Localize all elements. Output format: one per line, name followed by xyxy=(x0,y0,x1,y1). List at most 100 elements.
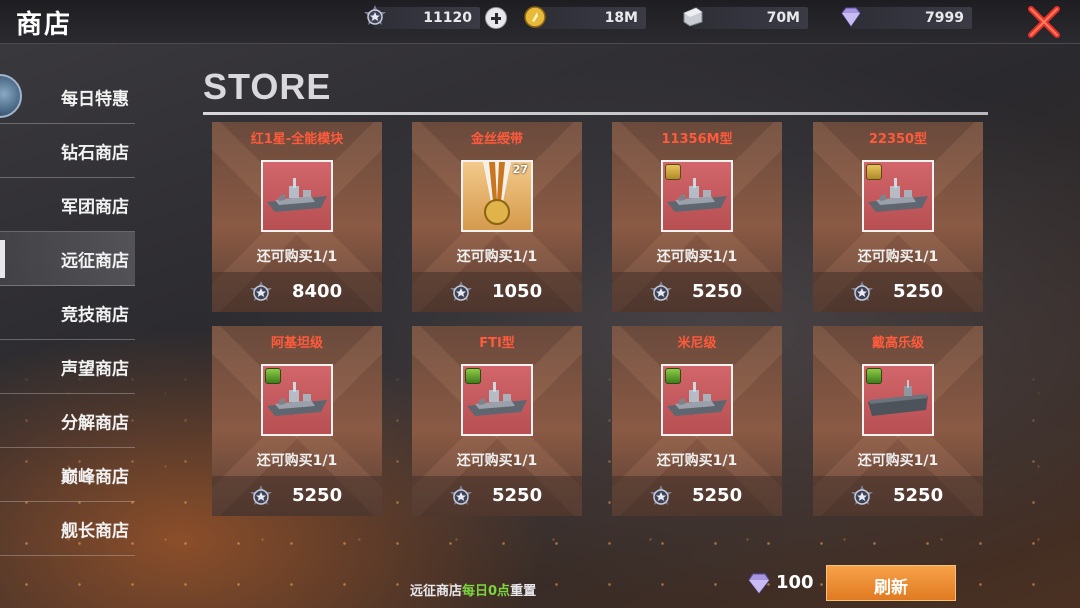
frigate-icon xyxy=(265,376,329,426)
gold-resource: 18M xyxy=(524,6,646,29)
price-bar: 5250 xyxy=(813,272,983,312)
item-price: 8400 xyxy=(292,281,343,302)
store-item-card[interactable]: 11356M型 还可购买1/1 5250 xyxy=(612,122,782,312)
sidebar-item-label: 军团商店 xyxy=(61,197,129,217)
item-thumbnail xyxy=(862,364,934,436)
sidebar-item-daily-deals[interactable]: 每日特惠 xyxy=(0,70,135,124)
close-icon[interactable] xyxy=(1026,4,1062,40)
heading-divider xyxy=(203,112,988,115)
sidebar-item-legion-store[interactable]: 军团商店 xyxy=(0,178,135,232)
purchase-limit: 还可购买1/1 xyxy=(656,249,738,265)
store-item-card[interactable]: 阿基坦级 还可购买1/1 5250 xyxy=(212,326,382,516)
item-name: 戴高乐级 xyxy=(871,336,924,351)
sidebar-item-salvage-store[interactable]: 分解商店 xyxy=(0,394,135,448)
gold-value: 18M xyxy=(604,10,638,26)
item-name: FTI型 xyxy=(479,336,515,351)
expedition-medal-icon xyxy=(648,280,674,306)
sidebar-item-label: 每日特惠 xyxy=(61,89,129,109)
sidebar-item-label: 远征商店 xyxy=(61,251,129,271)
add-medal-button[interactable] xyxy=(485,7,507,29)
diamond-value: 7999 xyxy=(925,10,964,26)
steel-resource: 70M xyxy=(683,7,808,29)
frigate-icon xyxy=(465,376,529,426)
diamond-icon xyxy=(841,7,861,27)
expedition-medal-resource: 11120 xyxy=(374,7,480,29)
store-item-card[interactable]: FTI型 还可购买1/1 5250 xyxy=(412,326,582,516)
steel-ingot-icon xyxy=(683,7,703,27)
sidebar-item-expedition-store[interactable]: 远征商店 xyxy=(0,232,135,286)
price-bar: 5250 xyxy=(612,272,782,312)
refresh-button-label: 刷新 xyxy=(874,578,908,598)
sidebar-item-label: 声望商店 xyxy=(61,359,129,379)
steel-value: 70M xyxy=(766,10,800,26)
refresh-cost: 100 xyxy=(746,572,826,596)
item-thumbnail xyxy=(261,160,333,232)
reset-notice: 远征商店每日0点重置 xyxy=(410,580,536,599)
item-price: 5250 xyxy=(692,485,743,506)
item-thumbnail xyxy=(862,160,934,232)
diamond-resource: 7999 xyxy=(841,7,972,29)
sidebar-item-arena-store[interactable]: 竞技商店 xyxy=(0,286,135,340)
item-thumbnail: 27 xyxy=(461,160,533,232)
page-title: 商店 xyxy=(16,10,73,40)
item-price: 5250 xyxy=(292,485,343,506)
refresh-button[interactable]: 刷新 xyxy=(826,565,956,601)
sidebar-item-label: 竞技商店 xyxy=(61,305,129,325)
price-bar: 8400 xyxy=(212,272,382,312)
frigate-icon xyxy=(665,172,729,222)
diamond-icon xyxy=(748,573,770,594)
expedition-medal-icon xyxy=(248,484,274,510)
item-price: 1050 xyxy=(492,281,543,302)
item-price: 5250 xyxy=(692,281,743,302)
warship-module-icon xyxy=(265,172,329,222)
price-bar: 5250 xyxy=(212,476,382,516)
item-thumbnail xyxy=(661,364,733,436)
aircraft-carrier-icon xyxy=(866,376,930,426)
top-bar: 商店 11120 18M 70M 7999 xyxy=(0,0,1080,44)
expedition-medal-icon xyxy=(448,280,474,306)
sidebar-item-diamond-store[interactable]: 钻石商店 xyxy=(0,124,135,178)
store-item-card[interactable]: 金丝绶带 27 还可购买1/1 1050 xyxy=(412,122,582,312)
reset-notice-prefix: 远征商店 xyxy=(410,584,463,599)
price-bar: 1050 xyxy=(412,272,582,312)
purchase-limit: 还可购买1/1 xyxy=(456,453,538,469)
sidebar-item-label: 巅峰商店 xyxy=(61,467,129,487)
sidebar-item-captain-store[interactable]: 舰长商店 xyxy=(0,502,135,556)
sidebar-item-peak-store[interactable]: 巅峰商店 xyxy=(0,448,135,502)
refresh-cost-value: 100 xyxy=(776,572,814,593)
price-bar: 5250 xyxy=(813,476,983,516)
purchase-limit: 还可购买1/1 xyxy=(656,453,738,469)
item-name: 阿基坦级 xyxy=(270,336,323,351)
item-thumbnail xyxy=(461,364,533,436)
expedition-medal-icon xyxy=(849,484,875,510)
store-item-card[interactable]: 22350型 还可购买1/1 5250 xyxy=(813,122,983,312)
item-thumbnail xyxy=(261,364,333,436)
store-heading: STORE xyxy=(203,66,332,107)
item-name: 11356M型 xyxy=(661,132,733,147)
sidebar-item-label: 分解商店 xyxy=(61,413,129,433)
sidebar-item-prestige-store[interactable]: 声望商店 xyxy=(0,340,135,394)
destroyer-icon xyxy=(665,376,729,426)
price-bar: 5250 xyxy=(412,476,582,516)
expedition-medal-icon xyxy=(362,4,388,30)
expedition-medal-icon xyxy=(648,484,674,510)
item-name: 米尼级 xyxy=(677,336,717,351)
expedition-medal-icon xyxy=(448,484,474,510)
sidebar-item-label: 舰长商店 xyxy=(61,521,129,541)
purchase-limit: 还可购买1/1 xyxy=(857,453,939,469)
item-name: 22350型 xyxy=(868,132,928,147)
expedition-medal-icon xyxy=(849,280,875,306)
gold-coin-icon xyxy=(524,6,546,28)
purchase-limit: 还可购买1/1 xyxy=(256,453,338,469)
item-price: 5250 xyxy=(893,485,944,506)
purchase-limit: 还可购买1/1 xyxy=(456,249,538,265)
item-price: 5250 xyxy=(492,485,543,506)
store-category-sidebar: 每日特惠 钻石商店 军团商店 远征商店 竞技商店 声望商店 分解商店 巅峰商店 … xyxy=(0,70,135,556)
price-bar: 5250 xyxy=(612,476,782,516)
item-count: 27 xyxy=(512,163,528,176)
purchase-limit: 还可购买1/1 xyxy=(857,249,939,265)
store-item-card[interactable]: 红1星-全能模块 还可购买1/1 8400 xyxy=(212,122,382,312)
store-item-card[interactable]: 米尼级 还可购买1/1 5250 xyxy=(612,326,782,516)
item-name: 金丝绶带 xyxy=(470,132,523,147)
store-item-card[interactable]: 戴高乐级 还可购买1/1 5250 xyxy=(813,326,983,516)
